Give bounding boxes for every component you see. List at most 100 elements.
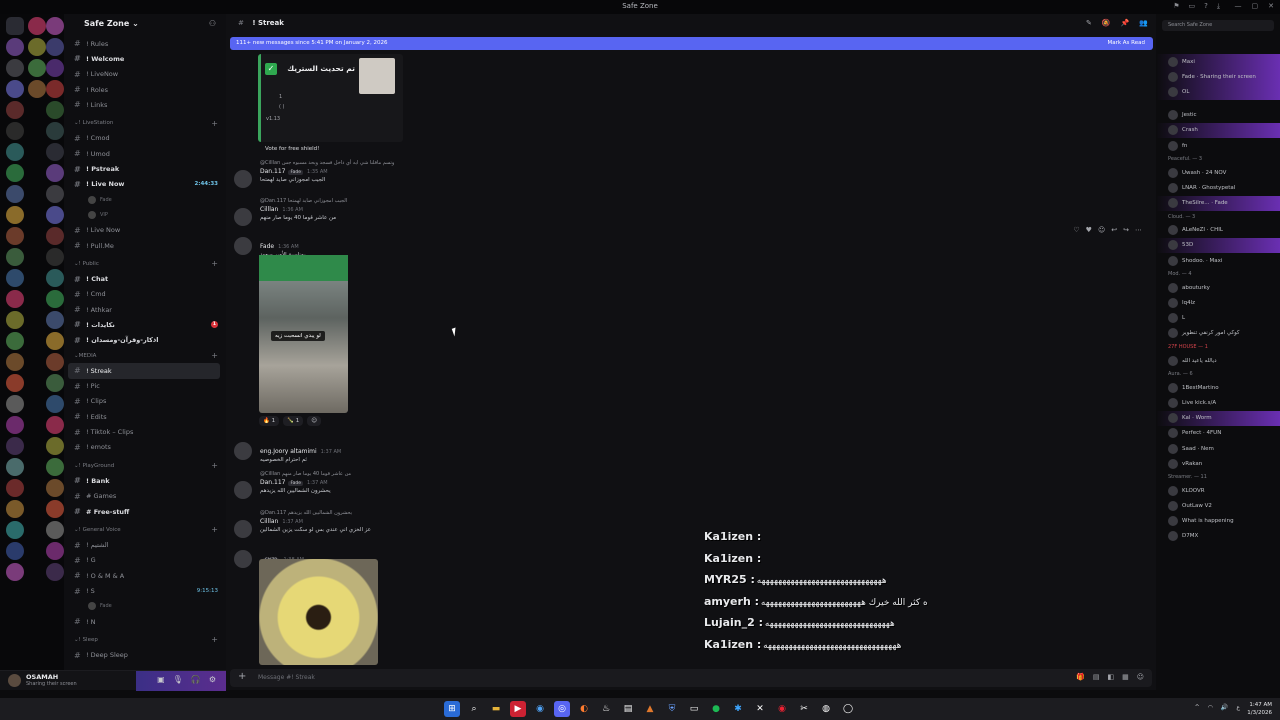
member-item[interactable]: Fade · Sharing their screen xyxy=(1156,69,1280,85)
author-name[interactable]: Dan.117 xyxy=(260,168,285,175)
channel-item[interactable]: # ! Streak xyxy=(68,363,220,379)
apps-icon[interactable]: ▦ xyxy=(1122,673,1129,681)
member-item[interactable]: 1BestMartino xyxy=(1156,380,1280,395)
server-icon[interactable] xyxy=(6,374,24,392)
sticker-icon[interactable]: ◧ xyxy=(1107,673,1114,681)
message-composer[interactable]: + Message #! Streak 🎁 ▤ ◧ ▦ ☺ xyxy=(230,669,1152,687)
server-icon[interactable] xyxy=(46,437,64,455)
avatar[interactable] xyxy=(234,481,252,499)
heart-icon[interactable]: ♡ xyxy=(1073,226,1079,234)
add-channel-icon[interactable]: + xyxy=(211,351,218,360)
channel-item[interactable]: # ! emots xyxy=(64,440,226,455)
microphone-icon[interactable]: 🎙 xyxy=(173,675,183,684)
add-channel-icon[interactable]: + xyxy=(211,635,218,644)
channel-item[interactable]: # ! Tiktok – Clips xyxy=(64,424,226,439)
notification-icon[interactable]: 🔕 xyxy=(1102,19,1111,27)
add-user-icon[interactable]: ⚇ xyxy=(209,19,216,28)
member-item[interactable]: Iq4lz xyxy=(1156,295,1280,310)
server-icon[interactable] xyxy=(46,500,64,518)
member-item[interactable]: Saad · Nem xyxy=(1156,441,1280,456)
channel-category[interactable]: ⌄ ! PlayGround + xyxy=(64,458,226,473)
channel-category[interactable]: ⌄ ! Sleep + xyxy=(64,632,226,647)
server-icon[interactable] xyxy=(6,122,24,140)
author-name[interactable]: Cilllan xyxy=(260,206,278,213)
server-icon[interactable] xyxy=(6,563,24,581)
avatar[interactable] xyxy=(234,550,252,568)
tray-chevron-icon[interactable]: ^ xyxy=(1195,704,1200,711)
add-channel-icon[interactable]: + xyxy=(211,461,218,470)
server-icon[interactable] xyxy=(6,416,24,434)
forward-icon[interactable]: ↪ xyxy=(1123,226,1129,234)
server-icon[interactable] xyxy=(46,248,64,266)
shield-icon[interactable]: ⛨ xyxy=(664,701,680,717)
member-item[interactable]: كوكي امور كرنفي تنطوير xyxy=(1156,326,1280,341)
add-channel-icon[interactable]: + xyxy=(211,525,218,534)
server-icon[interactable] xyxy=(46,206,64,224)
files-icon[interactable]: ▬ xyxy=(488,701,504,717)
reply-preview[interactable]: @Cilllan وتسم مافلنا شي ايه أي داخل فسجد… xyxy=(232,160,1132,168)
reply-icon[interactable]: ↩ xyxy=(1111,226,1117,234)
server-icon[interactable] xyxy=(6,290,24,308)
server-icon[interactable] xyxy=(6,17,24,35)
server-icon[interactable] xyxy=(6,542,24,560)
member-item[interactable]: D7MX xyxy=(1156,529,1280,544)
server-icon[interactable] xyxy=(46,227,64,245)
channel-item[interactable]: # ! Pic xyxy=(64,379,226,394)
server-icon[interactable] xyxy=(6,521,24,539)
channel-item[interactable]: # ! Welcome xyxy=(64,51,226,66)
clipboard-icon[interactable]: ▤ xyxy=(620,701,636,717)
editor-icon[interactable]: ◯ xyxy=(840,701,856,717)
gift-icon[interactable]: 🎁 xyxy=(1076,673,1085,681)
vote-link[interactable]: Vote for free shield! xyxy=(265,146,319,152)
terminal-icon[interactable]: ▭ xyxy=(686,701,702,717)
member-item[interactable]: TheSilre... · Fade xyxy=(1156,195,1280,211)
avatar[interactable] xyxy=(234,237,252,255)
server-icon[interactable] xyxy=(46,542,64,560)
channel-item[interactable]: # ! LiveNow xyxy=(64,67,226,82)
member-item[interactable]: vRakan xyxy=(1156,456,1280,471)
channel-item[interactable]: # # Games xyxy=(64,489,226,504)
channel-item[interactable]: # ! Athkar xyxy=(64,302,226,317)
server-icon[interactable] xyxy=(46,38,64,56)
member-item[interactable]: What is happening xyxy=(1156,514,1280,529)
server-icon[interactable] xyxy=(46,59,64,77)
server-icon[interactable] xyxy=(6,38,24,56)
member-item[interactable]: Uwash · 24 NOV xyxy=(1156,165,1280,180)
clock[interactable]: 1:47 AM 1/3/2026 xyxy=(1247,701,1272,717)
server-icon[interactable] xyxy=(6,59,24,77)
discord-icon[interactable]: ◎ xyxy=(554,701,570,717)
server-icon[interactable] xyxy=(46,353,64,371)
server-icon[interactable] xyxy=(46,143,64,161)
heart-filled-icon[interactable]: ♥ xyxy=(1086,226,1092,234)
server-icon[interactable] xyxy=(6,164,24,182)
channel-item[interactable]: # ! اذكار-وقرآن-ومسدان xyxy=(64,333,226,348)
steam-icon[interactable]: ♨ xyxy=(598,701,614,717)
avatar[interactable] xyxy=(234,442,252,460)
server-icon[interactable] xyxy=(6,269,24,287)
server-icon[interactable] xyxy=(46,479,64,497)
server-icon[interactable] xyxy=(46,311,64,329)
gif-icon[interactable]: ▤ xyxy=(1093,673,1100,681)
xbox-icon[interactable]: ✕ xyxy=(752,701,768,717)
reaction-bottle[interactable]: 🍾 1 xyxy=(283,416,304,426)
wifi-icon[interactable]: ◠ xyxy=(1208,704,1213,711)
emoji-picker-icon[interactable]: ☺ xyxy=(1137,673,1144,681)
member-item[interactable]: abouturky xyxy=(1156,280,1280,295)
member-item[interactable]: Crash xyxy=(1156,122,1280,138)
server-icon[interactable] xyxy=(6,395,24,413)
member-item[interactable]: ديالله ياعيد الله xyxy=(1156,353,1280,368)
server-icon[interactable] xyxy=(46,332,64,350)
channel-category[interactable]: ⌄ MEDIA + xyxy=(64,348,226,363)
server-icon[interactable] xyxy=(46,290,64,308)
add-reaction-icon[interactable]: ☺ xyxy=(307,416,321,426)
volume-icon[interactable]: 🔊 xyxy=(1221,704,1228,711)
channel-item[interactable]: # ! G xyxy=(64,553,226,568)
member-item[interactable]: Kal · Worm xyxy=(1156,410,1280,426)
channel-item[interactable]: # ! Rules xyxy=(64,36,226,51)
voice-user[interactable]: Fade xyxy=(64,192,226,207)
search-input[interactable]: Search Safe Zone xyxy=(1162,20,1274,31)
inbox-icon[interactable]: ⚑ xyxy=(1173,2,1179,11)
reply-preview[interactable]: @Dan.117 يحشرون الشماليين الله يزيدهم xyxy=(232,510,1132,518)
server-icon[interactable] xyxy=(46,416,64,434)
author-name[interactable]: Cilllan xyxy=(260,518,278,525)
